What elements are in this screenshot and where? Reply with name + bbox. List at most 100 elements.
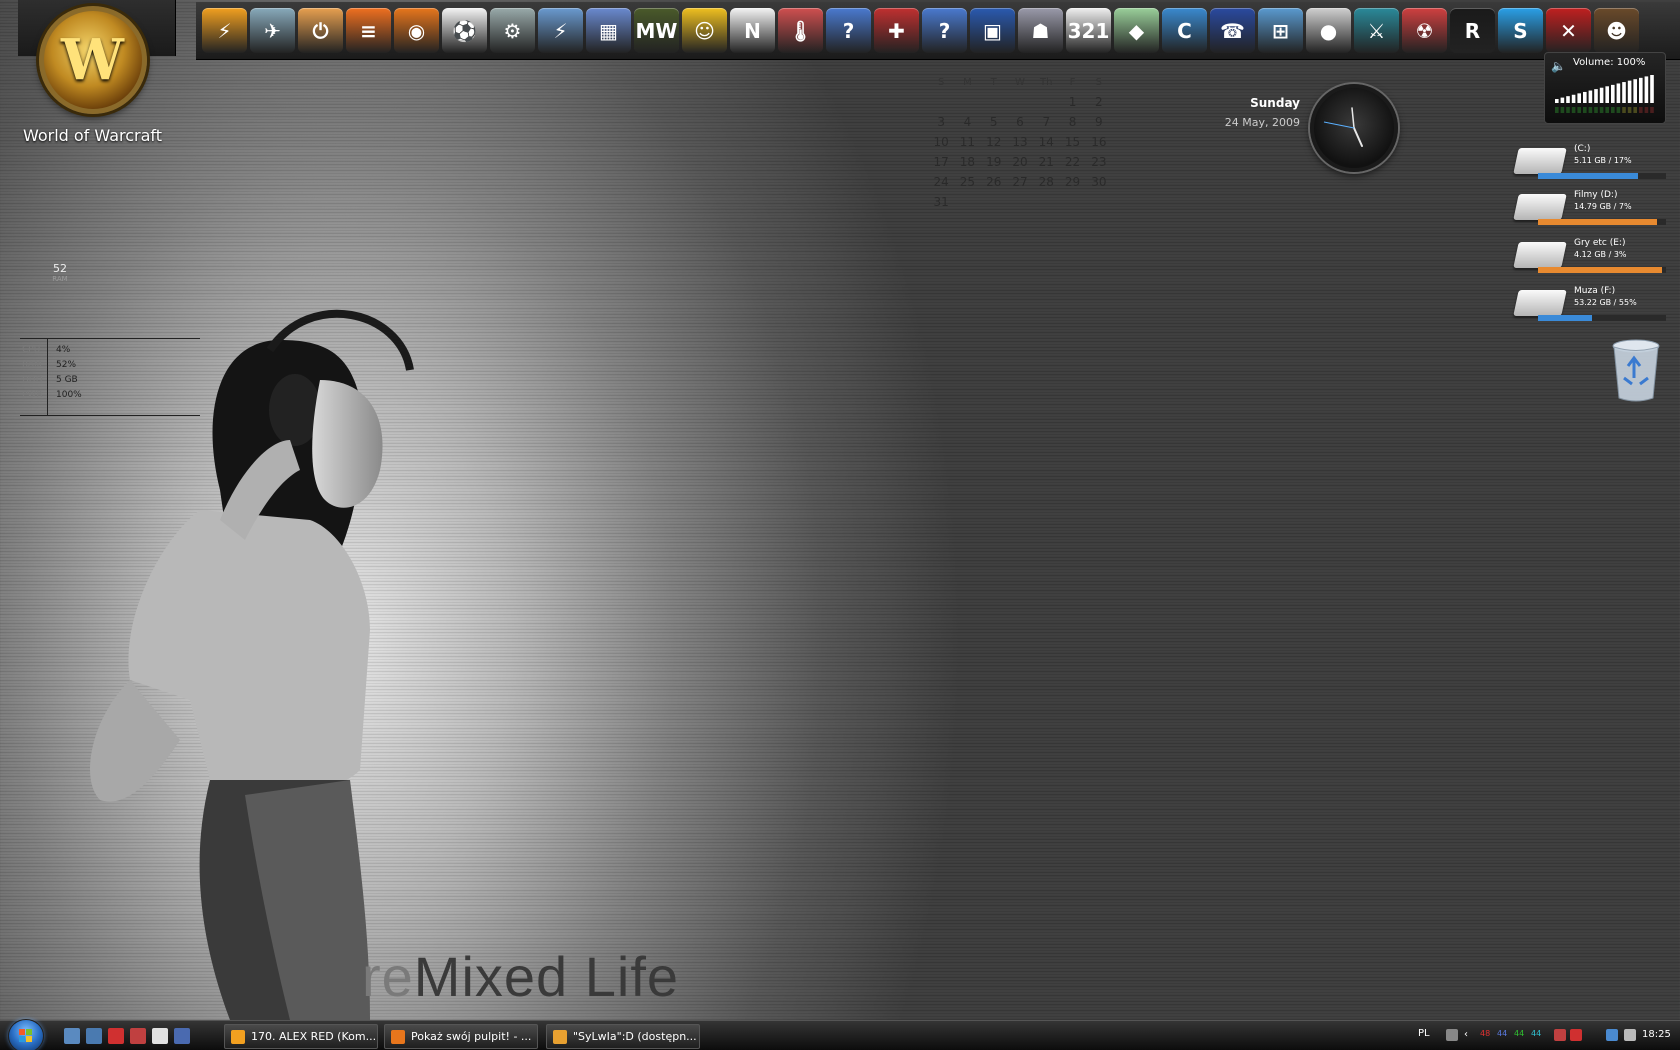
tray-clock[interactable]: 18:25 [1642,1029,1671,1040]
volume-led [1588,107,1593,113]
language-indicator[interactable]: PL [1418,1028,1430,1039]
volume-bar [1627,80,1632,103]
speaker-tray-icon[interactable] [1624,1029,1636,1041]
opera-icon[interactable] [108,1028,124,1044]
drive-name: Filmy (D:) [1574,190,1618,200]
help-icon[interactable]: ? [826,8,871,53]
smiley-icon[interactable]: ☺ [682,8,727,53]
lifebuoy-icon[interactable]: ✚ [874,8,919,53]
start-button[interactable] [8,1019,44,1050]
exit-icon[interactable]: ⏻ [298,8,343,53]
network-icon[interactable] [1606,1029,1618,1041]
stat-value: 4% [56,345,71,355]
ccleaner-icon[interactable]: C [1162,8,1207,53]
taskbar-button[interactable]: 170. ALEX RED (Kom... [224,1024,378,1049]
satellite-icon[interactable]: ✈ [250,8,295,53]
weekday-label: T [990,76,997,88]
network-off-icon[interactable] [1570,1029,1582,1041]
nfs-icon[interactable]: N [730,8,775,53]
volume-led [1633,107,1637,113]
lightning-icon[interactable]: ⚡ [538,8,583,53]
phone-icon[interactable]: ☎ [1210,8,1255,53]
show-desktop-icon[interactable] [64,1028,80,1044]
firefox-icon[interactable]: ◉ [394,8,439,53]
spy-icon[interactable]: ☢ [1402,8,1447,53]
calendar-day: 5 [989,115,998,129]
drive-widget[interactable]: (C:) 5.11 GB / 17% [1513,144,1666,184]
notepad-icon[interactable] [152,1028,168,1044]
drive-widget[interactable]: Muza (F:) 53.22 GB / 55% [1513,286,1666,326]
disk-tool-icon[interactable]: ⚙ [490,8,535,53]
help-icon-2[interactable]: ? [922,8,967,53]
volume-widget[interactable]: 🔈 Volume: 100% [1544,52,1666,124]
calendar-day [954,92,980,112]
tray-counter[interactable]: 44 [1497,1029,1507,1038]
taskbar-button[interactable]: "SyLwIa":D (dostępn... [546,1024,700,1049]
weekday-label: W [1015,76,1025,88]
menu-icon[interactable]: ≡ [346,8,391,53]
wow-logo-icon: W [38,6,147,114]
drive-usage-track [1538,173,1666,179]
calendar-day: 3 [937,115,945,129]
calendar-day: 14 [1038,135,1054,149]
switch-windows-icon[interactable] [86,1028,102,1044]
pes-icon[interactable]: ⚽ [442,8,487,53]
calendar-day [1007,192,1033,212]
taskbar-button-label: Pokaż swój pulpit! - ... [411,1030,532,1043]
nfs-mw-icon[interactable]: MW [634,8,679,53]
calendar-day: 4 [963,115,972,129]
wolverine-icon[interactable]: ☻ [1594,8,1639,53]
calendar-day: 11 [959,135,976,149]
tray-counter[interactable]: 48 [1480,1029,1490,1038]
drive-usage-track [1538,267,1666,273]
volume-bar [1639,77,1643,103]
windows-icon[interactable]: ⊞ [1258,8,1303,53]
volume-bars[interactable] [1555,73,1659,115]
media-icon[interactable] [174,1028,190,1044]
recycle-bin-icon[interactable] [1610,338,1662,404]
wow-shortcut[interactable]: W World of Warcraft [10,6,175,145]
window-icon[interactable]: ▦ [586,8,631,53]
drive-widget[interactable]: Filmy (D:) 14.79 GB / 7% [1513,190,1666,230]
hard-drive-icon [1513,194,1567,220]
app-dock: ⚡ ✈ ⏻ ≡ ◉ ⚽ ⚙ ⚡ ▦ MW ☺ N 🌡? ✚? ▣ ☗ 321 ◆ C ☎ ⊞ ● ⚔ ☢ R S ✕ ☻ [196,2,1680,60]
calendar-day: 6 [1016,115,1024,129]
tray-counter[interactable]: 44 [1514,1029,1524,1038]
task-app-icon [391,1030,405,1044]
counter-strike-icon[interactable]: ☗ [1018,8,1063,53]
volume-led [1577,107,1581,113]
skype-icon[interactable]: S [1498,8,1543,53]
calendar-day: 30 [1091,175,1107,189]
chevron-left-icon[interactable]: ‹ [1464,1029,1476,1041]
calendar-day [1059,192,1085,212]
antivirus-icon[interactable] [1554,1029,1566,1041]
winamp-icon[interactable]: ⚡ [202,8,247,53]
volume-led [1599,107,1604,113]
taskbar-button[interactable]: Pokaż swój pulpit! - ... [384,1024,538,1049]
gadget-icon[interactable] [130,1028,146,1044]
hard-drive-icon [1513,290,1567,316]
taskbar-button-label: 170. ALEX RED (Kom... [251,1030,377,1043]
tray-counter[interactable]: 44 [1531,1029,1541,1038]
camcorder-icon[interactable]: ● [1306,8,1351,53]
calendar-day: 15 [1064,135,1081,149]
game-logo-icon[interactable]: ⚔ [1354,8,1399,53]
calendar-day: 17 [933,155,949,169]
calendar-day: 19 [986,155,1002,169]
rocket-icon[interactable]: ✕ [1546,8,1591,53]
keyboard-icon[interactable] [1446,1029,1458,1041]
floppy-icon[interactable]: ▣ [970,8,1015,53]
drive-usage-track [1538,219,1666,225]
rockstar-icon[interactable]: R [1450,8,1495,53]
drive-widget[interactable]: Gry etc (E:) 4.12 GB / 3% [1513,238,1666,278]
drive-stats: 4.12 GB / 3% [1574,250,1627,259]
task-app-icon [231,1030,245,1044]
thermometer-icon[interactable]: 🌡 [778,8,823,53]
media-player-classic-icon[interactable]: 321 [1066,8,1111,53]
system-tray: PL ‹ 48 44 44 44 18:25 [1410,1021,1680,1050]
calendar-day: 31 [933,195,949,209]
volume-bar [1577,93,1581,103]
drive-name: Gry etc (E:) [1574,238,1626,248]
plate-icon[interactable]: ◆ [1114,8,1159,53]
taskbar: 170. ALEX RED (Kom... Pokaż swój pulpit! … [0,1019,1680,1050]
